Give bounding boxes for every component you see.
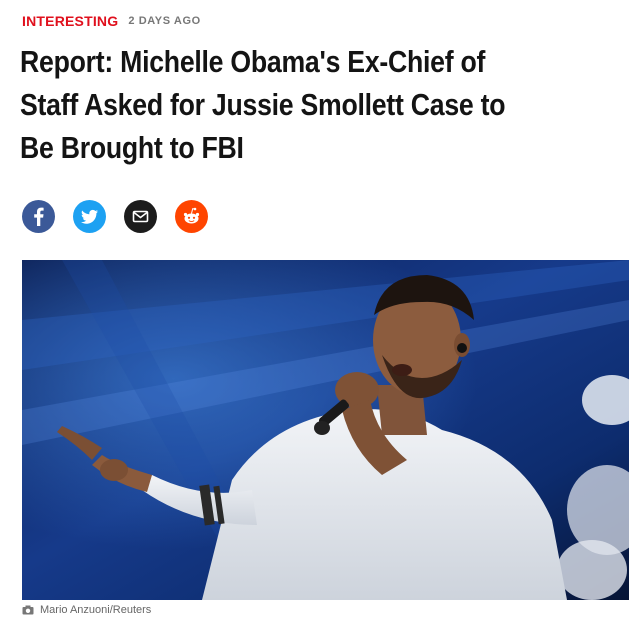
article-headline: Report: Michelle Obama's Ex-Chief of Sta… [20,44,506,165]
twitter-share-button[interactable] [73,200,106,233]
email-share-button[interactable] [124,200,157,233]
hero-photo [22,260,629,600]
facebook-icon [34,207,44,226]
facebook-share-button[interactable] [22,200,55,233]
article-meta: INTERESTING 2 DAYS AGO [22,12,201,30]
reddit-share-button[interactable] [175,200,208,233]
reddit-icon [183,207,200,224]
category-link[interactable]: INTERESTING [22,13,118,29]
photo-credit: Mario Anzuoni/Reuters [22,603,151,617]
publish-time: 2 DAYS AGO [128,15,201,27]
photo-credit-text: Mario Anzuoni/Reuters [40,604,152,616]
twitter-icon [81,209,98,224]
hero-image [22,260,629,600]
share-bar [22,200,208,233]
email-icon [132,210,149,223]
